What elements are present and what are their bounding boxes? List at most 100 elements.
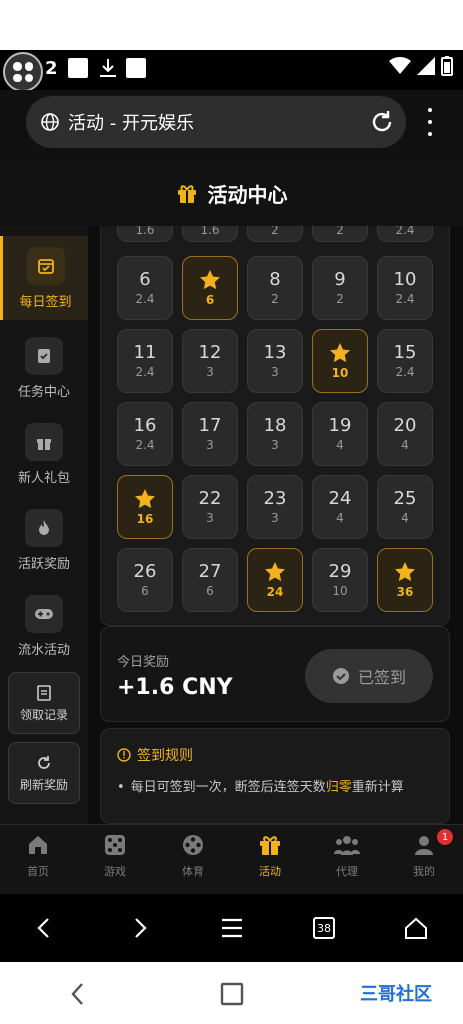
- notification-badge: 1: [437, 829, 453, 845]
- day-reward-value: 2.4: [135, 438, 155, 452]
- signed-in-label: 已签到: [357, 668, 406, 687]
- rules-text: • 每日可签到一次，断签后连签天数归零重新计算: [117, 780, 404, 795]
- day-reward-value: 10: [332, 584, 348, 598]
- calendar-day[interactable]: 17 3: [182, 402, 238, 466]
- day-reward-value: 3: [271, 511, 279, 525]
- day-reward-value: 6: [141, 584, 149, 598]
- top-margin: [0, 0, 463, 50]
- calendar-day[interactable]: 92: [312, 256, 368, 320]
- task-icon: [25, 336, 63, 375]
- forward-icon[interactable]: [124, 912, 156, 944]
- calendar-day[interactable]: 27 6: [182, 548, 238, 612]
- calendar-day[interactable]: 23 3: [247, 475, 303, 539]
- check-circle-icon: [332, 668, 349, 684]
- sidebar-item-turnover-event[interactable]: 流水活动: [0, 584, 88, 668]
- day-reward-value: 24: [266, 585, 284, 599]
- sidebar-item-newbie-pack[interactable]: 新人礼包: [0, 412, 88, 496]
- calendar-day-milestone[interactable]: 16: [117, 475, 173, 539]
- rules-text-before: 每日可签到一次，断签后连签天数: [130, 780, 326, 795]
- tab-mine[interactable]: 1 我的: [391, 829, 457, 889]
- calendar-day[interactable]: 16 2.4: [117, 402, 173, 466]
- day-reward-value: 4: [401, 438, 409, 452]
- sidebar-item-activity-reward[interactable]: 活跃奖励: [0, 498, 88, 582]
- calendar-day[interactable]: 12 3: [182, 329, 238, 393]
- day-number: 6: [139, 269, 151, 290]
- gamepad-icon: [25, 594, 63, 633]
- notification-square-icon-2: [126, 58, 146, 78]
- checkin-calendar: 1.6 1.6 2 2 2.4 6 2.4 6 8 2 9 2 10 2.4 11 2.4 12 3 13 3 10 15…: [100, 226, 450, 626]
- day-number: 11: [133, 342, 157, 363]
- tab-agent[interactable]: 代理: [314, 833, 380, 889]
- url-bar[interactable]: 活动 - 开元娱乐: [26, 96, 406, 148]
- today-reward-value: +1.6 CNY: [117, 675, 233, 700]
- wifi-icon: [389, 57, 411, 74]
- refresh-reward-label: 刷新奖励: [19, 777, 68, 792]
- calendar-day-milestone[interactable]: 24: [247, 548, 303, 612]
- day-reward-value: 4: [336, 438, 344, 452]
- tab-label: 我的: [413, 865, 435, 878]
- calendar-day-partial: 2.4: [377, 226, 433, 242]
- calendar-day-partial: 1.6: [117, 226, 173, 242]
- calendar-day[interactable]: 18 3: [247, 402, 303, 466]
- day-number: 24: [328, 488, 352, 509]
- tab-activities[interactable]: 活动: [237, 833, 303, 889]
- film-reel-icon: [183, 835, 203, 855]
- tab-label: 体育: [182, 865, 204, 878]
- group-icon: [334, 836, 360, 855]
- globe-icon: [41, 113, 59, 131]
- day-reward-value: 10: [331, 366, 349, 380]
- back-icon[interactable]: [28, 912, 60, 944]
- calendar-day[interactable]: 25 4: [377, 475, 433, 539]
- system-recents-icon[interactable]: [216, 978, 248, 1010]
- day-number: 17: [198, 415, 222, 436]
- download-icon: [100, 59, 116, 77]
- sidebar-item-daily-checkin[interactable]: 每日签到: [0, 236, 88, 320]
- day-number: 9: [334, 269, 346, 290]
- menu-icon[interactable]: [216, 912, 248, 944]
- system-back-icon[interactable]: [62, 978, 94, 1010]
- more-menu-icon[interactable]: [424, 108, 436, 136]
- calendar-check-icon: [26, 246, 65, 285]
- calendar-day[interactable]: 10 2.4: [377, 256, 433, 320]
- calendar-day[interactable]: 11 2.4: [117, 329, 173, 393]
- calendar-day-milestone[interactable]: 6: [182, 256, 238, 320]
- calendar-day-partial: 1.6: [182, 226, 238, 242]
- calendar-day[interactable]: 29 10: [312, 548, 368, 612]
- star-icon: [265, 562, 285, 582]
- refresh-reward-button[interactable]: 刷新奖励: [8, 742, 80, 804]
- day-reward-value: 2.4: [135, 292, 155, 306]
- calendar-day[interactable]: 15 2.4: [377, 329, 433, 393]
- today-reward-card: 今日奖励 +1.6 CNY 已签到: [100, 626, 450, 722]
- calendar-day[interactable]: 6 2.4: [117, 256, 173, 320]
- calendar-day-partial: 2: [312, 226, 368, 242]
- page-title: 活动中心: [207, 182, 288, 207]
- day-number: 16: [133, 415, 157, 436]
- home-nav-icon[interactable]: [400, 912, 432, 944]
- info-icon: [117, 748, 131, 762]
- calendar-day[interactable]: 19 4: [312, 402, 368, 466]
- calendar-day[interactable]: 22 3: [182, 475, 238, 539]
- reload-icon[interactable]: [368, 108, 396, 136]
- calendar-day-milestone[interactable]: 10: [312, 329, 368, 393]
- calendar-day[interactable]: 24 4: [312, 475, 368, 539]
- floating-app-icon[interactable]: [3, 52, 43, 92]
- signed-in-button[interactable]: 已签到: [305, 649, 433, 703]
- calendar-day[interactable]: 26 6: [117, 548, 173, 612]
- calendar-day[interactable]: 13 3: [247, 329, 303, 393]
- sidebar-item-task-center[interactable]: 任务中心: [0, 326, 88, 410]
- calendar-day[interactable]: 82: [247, 256, 303, 320]
- calendar-day[interactable]: 20 4: [377, 402, 433, 466]
- refresh-icon: [38, 755, 50, 769]
- status-right-icons: [389, 56, 453, 76]
- tab-games[interactable]: 游戏: [82, 833, 148, 889]
- claim-history-button[interactable]: 领取记录: [8, 672, 80, 734]
- tab-home[interactable]: 首页: [5, 833, 71, 889]
- day-reward-value: 2: [271, 292, 279, 306]
- tab-label: 首页: [27, 865, 49, 878]
- calendar-day-milestone[interactable]: 36: [377, 548, 433, 612]
- tabs-button[interactable]: 38: [308, 912, 340, 944]
- notification-square-icon: [68, 58, 88, 78]
- tab-sports[interactable]: 体育: [160, 833, 226, 889]
- day-reward-value: 2.4: [395, 365, 415, 379]
- receipt-icon: [37, 684, 51, 701]
